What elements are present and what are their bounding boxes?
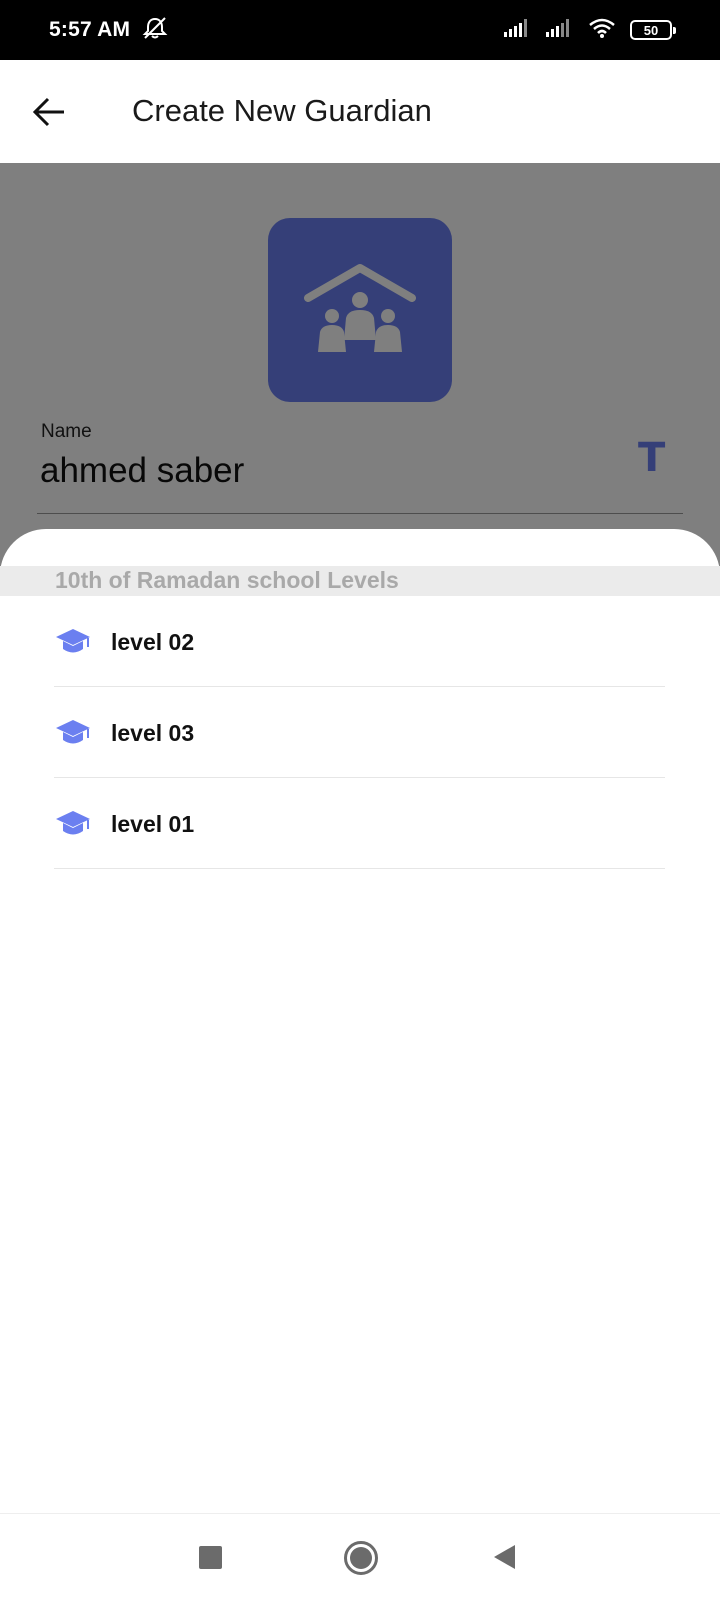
app-bar: Create New Guardian — [0, 60, 720, 163]
square-icon[interactable] — [199, 1546, 222, 1569]
arrow-back-icon — [32, 97, 64, 127]
levels-bottom-sheet: 10th of Ramadan school Levels level 02 l… — [0, 529, 720, 1600]
status-time: 5:57 AM — [49, 18, 131, 41]
home-dot — [350, 1547, 372, 1569]
list-item[interactable]: level 03 — [54, 687, 665, 778]
page-title: Create New Guardian — [132, 93, 432, 128]
circle-icon[interactable] — [344, 1541, 378, 1575]
battery-icon: 50 — [630, 20, 676, 40]
back-button[interactable] — [30, 92, 70, 132]
triangle-back-icon[interactable] — [494, 1545, 515, 1569]
alarm-off-icon — [142, 16, 168, 45]
screen: 5:57 AM 50 Create New Guardian 10th of R… — [0, 0, 720, 1600]
sheet-title: 10th of Ramadan school Levels — [55, 567, 399, 593]
wifi-icon — [588, 17, 616, 44]
list-item[interactable]: level 02 — [54, 596, 665, 687]
status-right: 50 — [504, 17, 676, 44]
status-left: 5:57 AM — [49, 16, 168, 45]
system-nav-bar — [0, 1513, 720, 1600]
level-list: level 02 level 03 level 01 — [54, 596, 665, 869]
status-bar: 5:57 AM 50 — [0, 0, 720, 60]
battery-level: 50 — [643, 22, 659, 38]
signal-icon — [546, 18, 574, 43]
signal-icon — [504, 18, 532, 43]
graduation-cap-icon — [56, 629, 90, 653]
graduation-cap-icon — [56, 720, 90, 744]
sheet-header: 10th of Ramadan school Levels — [0, 566, 720, 596]
list-item[interactable]: level 01 — [54, 778, 665, 869]
level-label: level 02 — [111, 628, 195, 655]
level-label: level 03 — [111, 719, 195, 746]
graduation-cap-icon — [56, 811, 90, 835]
level-label: level 01 — [111, 810, 195, 837]
